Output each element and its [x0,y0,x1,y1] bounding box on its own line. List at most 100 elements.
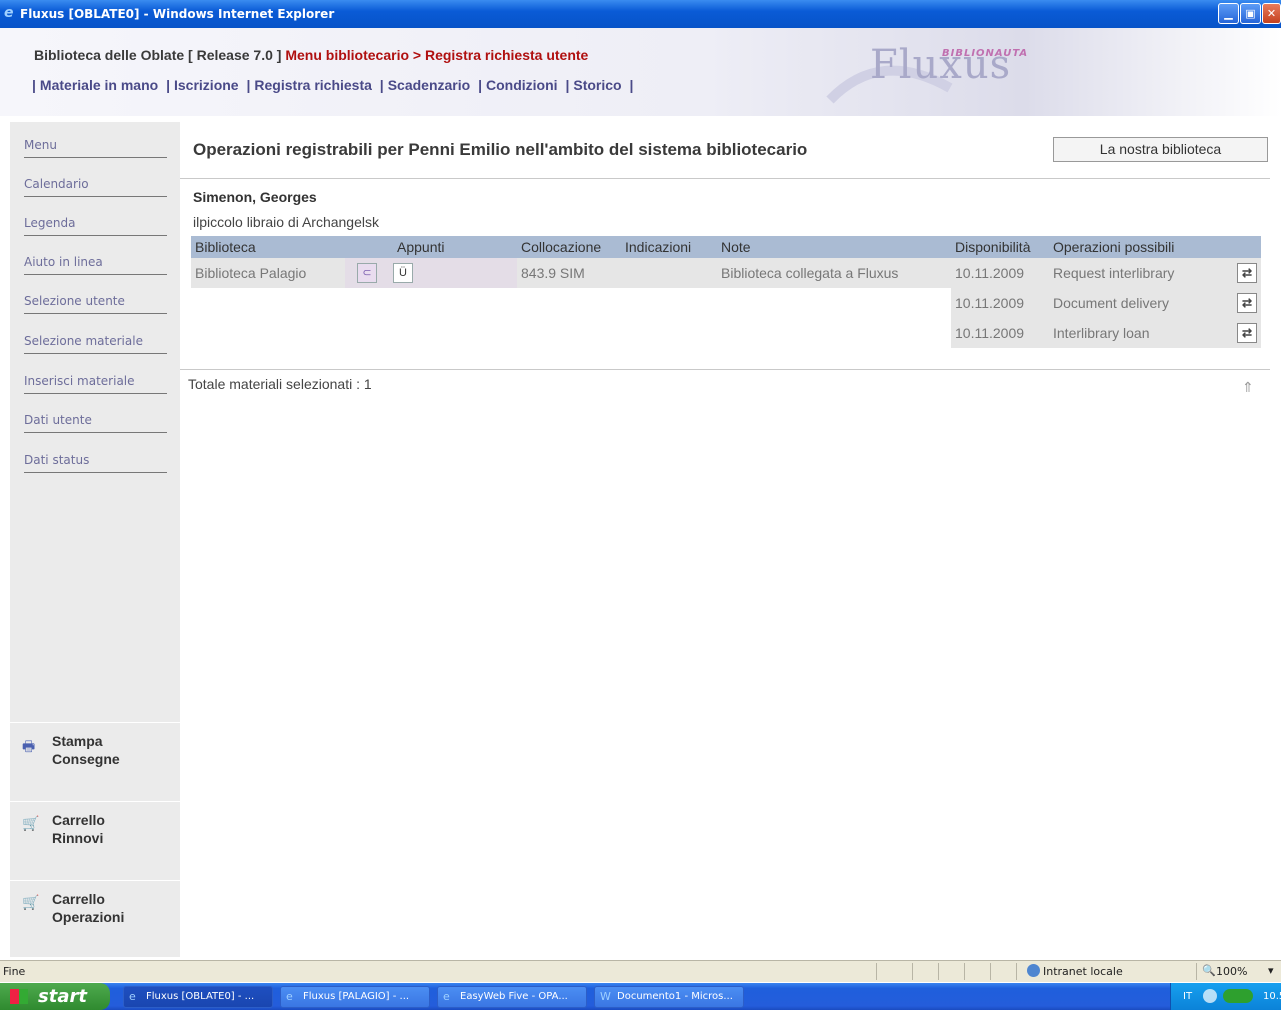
action-cell: ⇄ [1219,318,1261,348]
sidebar-item-selezione-materiale[interactable]: Selezione materiale [24,332,167,354]
breadcrumb: Menu bibliotecario > Registra richiesta … [285,47,589,63]
start-button[interactable]: start [0,983,110,1010]
printer-icon: 🖶 [22,738,36,754]
col-action [1219,236,1261,258]
sidebar-item-dati-utente[interactable]: Dati utente [24,411,167,433]
minimize-button[interactable]: ▁ [1218,3,1239,24]
system-tray: IT 10.5 [1170,983,1281,1010]
table-row: Biblioteca Palagio ⊂ Ü 843.9 SIM Bibliot… [191,258,1261,288]
sidebar-item-calendario[interactable]: Calendario [24,175,167,197]
divider [180,369,1270,370]
nav-iscrizione[interactable]: Iscrizione [174,77,239,93]
sidebar: Menu Calendario Legenda Aiuto in linea S… [10,122,180,957]
nav-storico[interactable]: Storico [573,77,621,93]
empty-cell [191,288,951,318]
security-zone: Intranet locale [1043,965,1123,978]
windows-flag-icon [10,989,28,1004]
stampa-consegne-button[interactable]: 🖶 Stampa Consegne [10,722,180,800]
nostra-biblioteca-button[interactable]: La nostra biblioteca [1053,137,1268,162]
availability-cell: 10.11.2009 [951,318,1049,348]
block-label-2: Operazioni [52,909,125,925]
task-label: Fluxus [PALAGIO] - ... [303,991,410,1002]
cart-icon: 🛒 [22,894,40,910]
status-divider [964,963,965,980]
availability-cell: 10.11.2009 [951,288,1049,318]
status-divider [938,963,939,980]
sidebar-item-menu[interactable]: Menu [24,136,167,158]
tray-network-icon[interactable] [1223,989,1253,1003]
operations-table: Biblioteca Appunti Collocazione Indicazi… [191,236,1261,348]
taskbar-item-fluxus-oblate[interactable]: e Fluxus [OBLATE0] - ... [123,986,273,1008]
col-collocazione: Collocazione [517,236,621,258]
taskbar-item-easyweb[interactable]: e EasyWeb Five - OPA... [437,986,587,1008]
nav-registra-richiesta[interactable]: Registra richiesta [254,77,372,93]
zoom-level[interactable]: 100% [1216,965,1247,978]
status-divider [876,963,877,980]
close-button[interactable]: ✕ [1262,3,1281,24]
window-title: Fluxus [OBLATE0] - Windows Internet Expl… [20,7,335,21]
ie-logo-icon: e [4,5,14,21]
book-title: ilpiccolo libraio di Archangelsk [193,214,379,230]
task-label: EasyWeb Five - OPA... [460,991,568,1002]
sidebar-item-aiuto[interactable]: Aiuto in linea [24,253,167,275]
sidebar-item-selezione-utente[interactable]: Selezione utente [24,292,167,314]
logo-tag: BIBLIONAUTA [942,48,1029,59]
cart-icon: 🛒 [22,815,40,831]
nav-scadenzario[interactable]: Scadenzario [388,77,470,93]
page-title: Operazioni registrabili per Penni Emilio… [193,140,808,159]
zoom-dropdown-icon[interactable]: ▾ [1268,964,1274,977]
block-label-2: Rinnovi [52,830,104,846]
action-cell: ⇄ [1219,288,1261,318]
ie-icon: e [443,990,450,1003]
availability-cell: 10.11.2009 [951,258,1049,288]
clip-icon[interactable]: Ü [393,263,413,283]
table-header-row: Biblioteca Appunti Collocazione Indicazi… [191,236,1261,258]
tray-expand-icon[interactable] [1203,989,1217,1003]
browser-window: e Fluxus [OBLATE0] - Windows Internet Ex… [0,0,1281,1010]
task-label: Documento1 - Micros... [617,991,733,1002]
table-row: 10.11.2009 Document delivery ⇄ [191,288,1261,318]
nav-materiale-in-mano[interactable]: Materiale in mano [40,77,158,93]
col-blank [345,236,389,258]
note-cell: Biblioteca collegata a Fluxus [717,258,951,288]
title-bar: e Fluxus [OBLATE0] - Windows Internet Ex… [0,0,1281,28]
library-name: Biblioteca delle Oblate [ Release 7.0 ] [34,47,282,63]
link-icon[interactable]: ⊂ [357,263,377,283]
register-operation-icon[interactable]: ⇄ [1237,323,1257,343]
status-divider [912,963,913,980]
header-title-line: Biblioteca delle Oblate [ Release 7.0 ] … [34,47,588,63]
sidebar-item-dati-status[interactable]: Dati status [24,451,167,473]
sidebar-item-inserisci-materiale[interactable]: Inserisci materiale [24,372,167,394]
status-bar: Fine Intranet locale 🔍 100% ▾ [0,960,1281,982]
col-biblioteca: Biblioteca [191,236,345,258]
carrello-operazioni-button[interactable]: 🛒 Carrello Operazioni [10,880,180,958]
action-cell: ⇄ [1219,258,1261,288]
status-divider [1016,963,1017,980]
sidebar-item-legenda[interactable]: Legenda [24,214,167,236]
maximize-button[interactable]: ▣ [1240,3,1261,24]
taskbar-item-fluxus-palagio[interactable]: e Fluxus [PALAGIO] - ... [280,986,430,1008]
block-label-1: Carrello [52,891,105,907]
empty-cell [191,318,951,348]
col-indicazioni: Indicazioni [621,236,717,258]
language-indicator[interactable]: IT [1183,991,1192,1002]
operation-cell: Interlibrary loan [1049,318,1219,348]
register-operation-icon[interactable]: ⇄ [1237,293,1257,313]
total-selected: Totale materiali selezionati : 1 [188,376,372,392]
nav-condizioni[interactable]: Condizioni [486,77,558,93]
scroll-top-icon[interactable]: ⇑ [1242,379,1254,396]
carrello-rinnovi-button[interactable]: 🛒 Carrello Rinnovi [10,801,180,879]
ie-icon: e [129,990,136,1003]
block-label-1: Stampa [52,733,103,749]
block-label-2: Consegne [52,751,120,767]
top-nav: | Materiale in mano | Iscrizione | Registra… [32,77,634,93]
col-operazioni: Operazioni possibili [1049,236,1219,258]
taskbar-item-word[interactable]: W Documento1 - Micros... [594,986,744,1008]
col-note: Note [717,236,951,258]
word-icon: W [600,990,611,1003]
ie-icon: e [286,990,293,1003]
collocation-cell: 843.9 SIM [517,258,621,288]
table-row: 10.11.2009 Interlibrary loan ⇄ [191,318,1261,348]
status-divider [1196,963,1197,980]
register-operation-icon[interactable]: ⇄ [1237,263,1257,283]
